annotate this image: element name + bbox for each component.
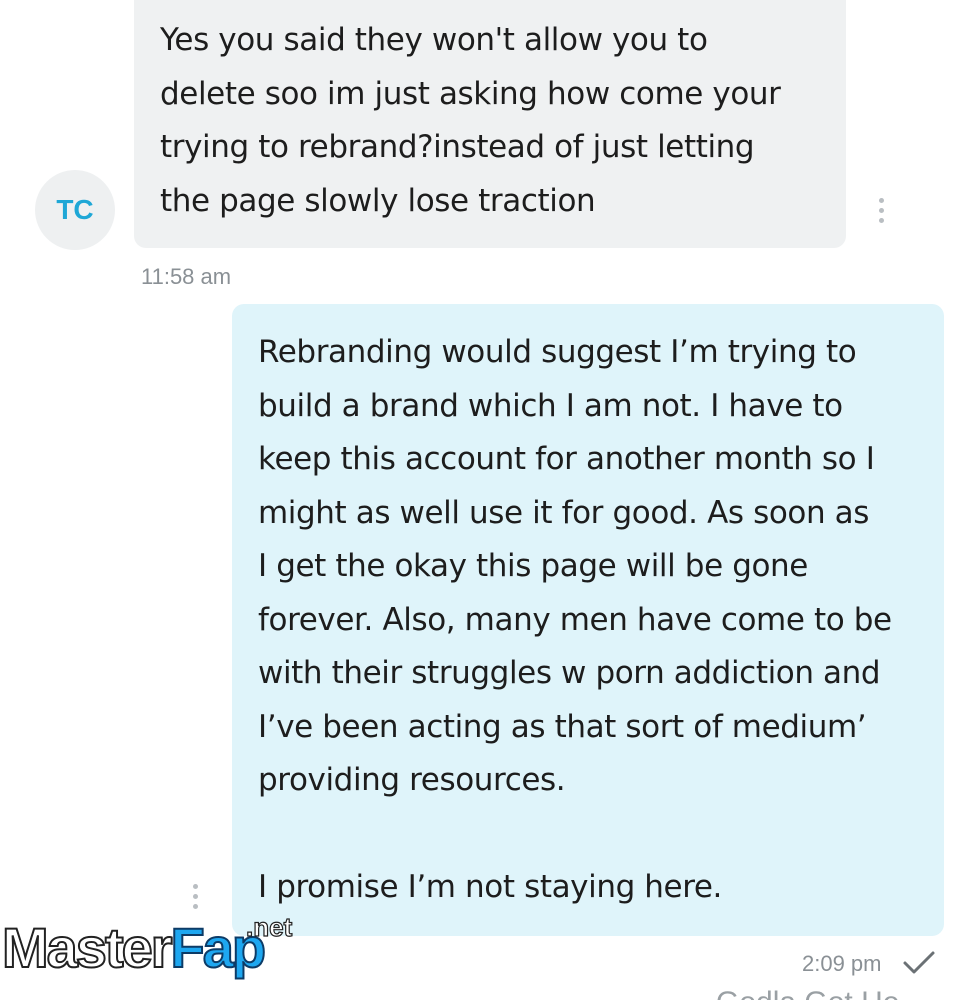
incoming-message-bubble[interactable]: Yes you said they won't allow you to del… (134, 0, 846, 248)
check-icon (903, 951, 935, 974)
outgoing-message-more-icon[interactable] (193, 884, 199, 909)
outgoing-message-bubble[interactable]: Rebranding would suggest I’m trying to b… (232, 304, 944, 936)
incoming-message-text: Yes you said they won't allow you to del… (160, 22, 781, 219)
contact-avatar[interactable]: TC (35, 170, 115, 250)
partial-next-message-text: Godla Got He (716, 986, 899, 1000)
watermark-part-master: Master (1, 916, 174, 979)
chat-screen: TC Yes you said they won't allow you to … (0, 0, 980, 1000)
avatar-initials: TC (56, 194, 94, 225)
outgoing-message-text: Rebranding would suggest I’m trying to b… (258, 334, 892, 905)
incoming-message-time: 11:58 am (141, 264, 232, 289)
outgoing-message-time: 2:09 pm (802, 951, 882, 976)
watermark-logo: MasterFap .net (1, 913, 293, 976)
incoming-message-more-icon[interactable] (879, 198, 885, 223)
watermark-suffix: .net (245, 912, 293, 942)
